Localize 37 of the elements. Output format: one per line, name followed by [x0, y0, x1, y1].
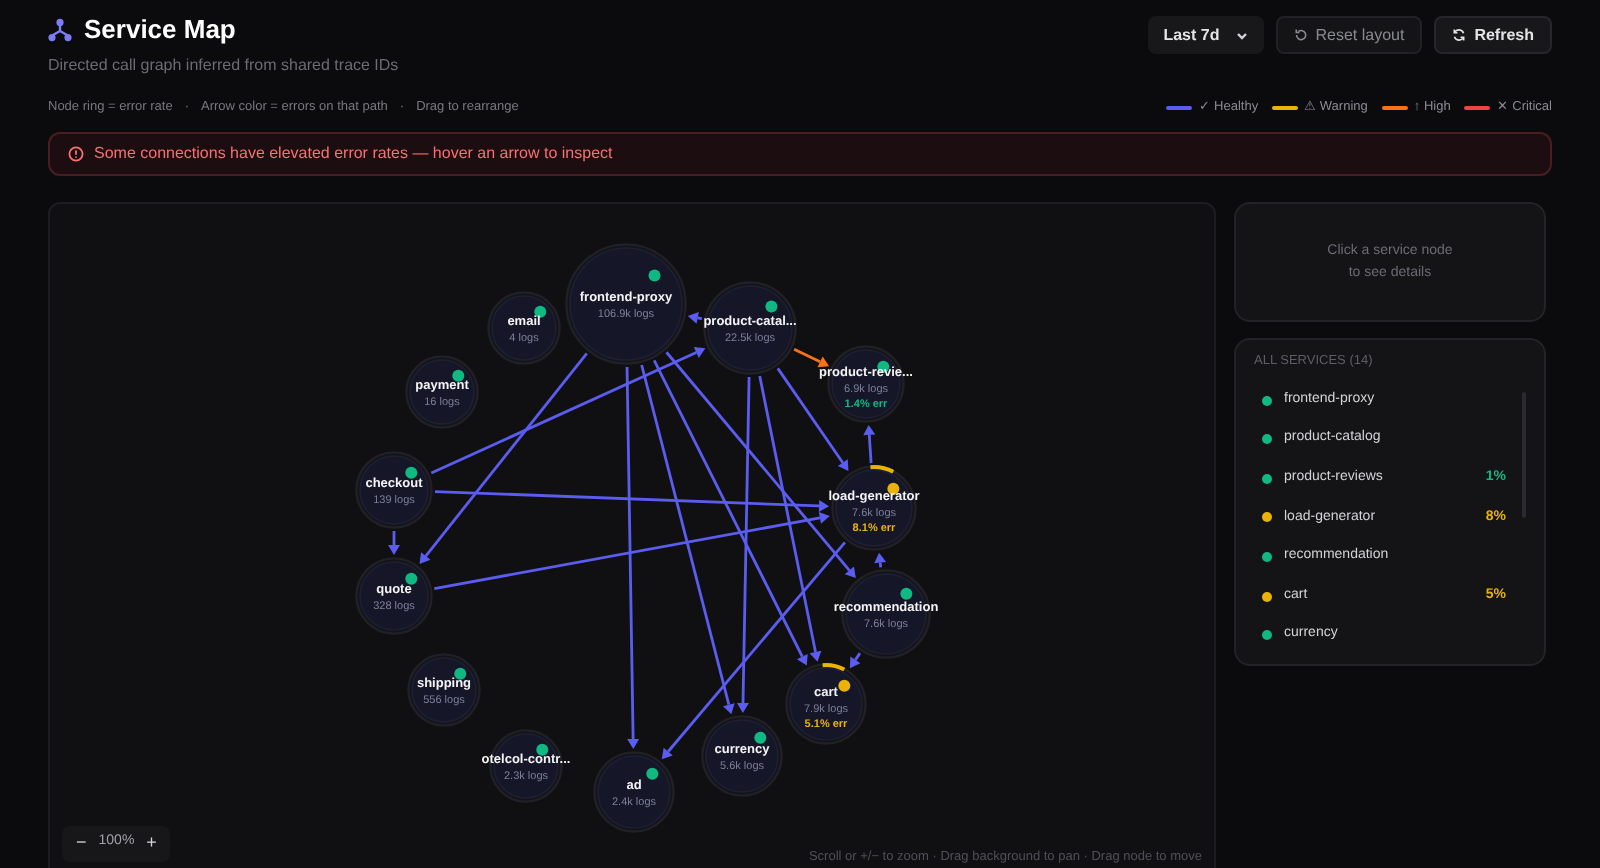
call-arrow[interactable]	[793, 347, 830, 367]
service-node[interactable]	[355, 450, 433, 528]
call-arrow[interactable]	[434, 511, 830, 589]
call-arrow[interactable]	[737, 375, 751, 712]
service-node[interactable]	[405, 354, 479, 428]
alert-message: Some connections have elevated error rates — hover an arrow to inspect	[94, 141, 613, 165]
refresh-button[interactable]: Refresh	[1434, 16, 1552, 54]
service-node[interactable]	[593, 750, 675, 832]
service-node[interactable]	[701, 714, 783, 796]
call-arrow[interactable]	[687, 311, 703, 323]
page-title: Service Map	[84, 12, 236, 48]
service-node[interactable]	[487, 290, 561, 364]
chevron-down-icon	[1235, 29, 1248, 41]
service-node[interactable]	[831, 464, 917, 550]
time-range-dropdown[interactable]: Last 7d	[1147, 16, 1264, 54]
reset-layout-button[interactable]: Reset layout	[1275, 16, 1423, 54]
page-subtitle: Directed call graph inferred from shared trace IDs	[48, 53, 399, 77]
refresh-icon	[1452, 28, 1467, 42]
call-arrow[interactable]	[419, 351, 588, 563]
service-node[interactable]	[565, 242, 687, 364]
call-arrow[interactable]	[434, 489, 830, 511]
call-arrow[interactable]	[652, 358, 808, 665]
service-node[interactable]	[785, 662, 867, 744]
zoom-in-button[interactable]: +	[146, 829, 157, 857]
service-node[interactable]	[703, 280, 797, 374]
call-arrow[interactable]	[863, 423, 876, 463]
call-arrow[interactable]	[758, 374, 822, 661]
service-node[interactable]	[407, 652, 481, 726]
call-arrow[interactable]	[625, 365, 640, 748]
call-arrow[interactable]	[849, 651, 862, 668]
network-icon	[48, 17, 72, 42]
zoom-out-button[interactable]: −	[76, 829, 87, 857]
alert-icon	[68, 145, 84, 161]
service-node[interactable]	[355, 556, 433, 634]
call-arrow[interactable]	[874, 551, 887, 567]
call-arrow[interactable]	[640, 363, 735, 714]
undo-icon	[1293, 28, 1308, 42]
